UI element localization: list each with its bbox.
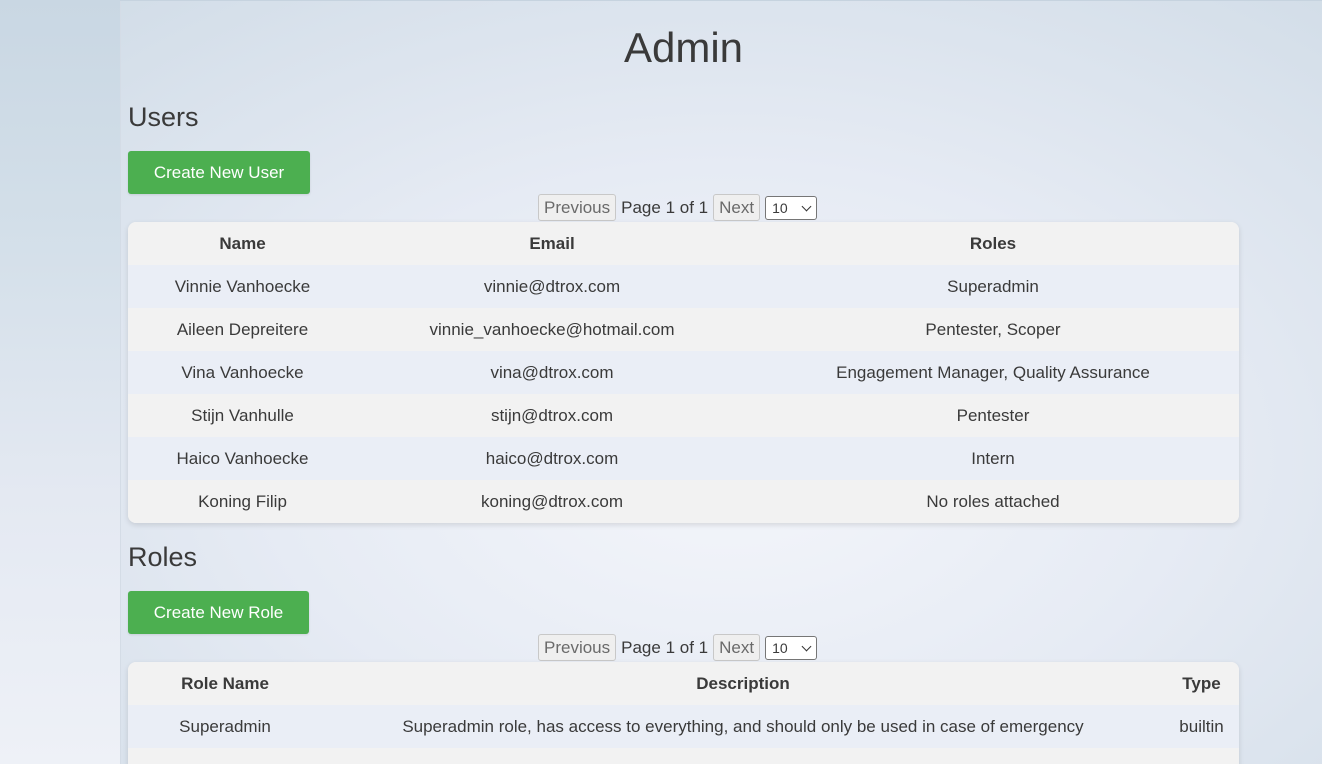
user-roles: Superadmin bbox=[747, 265, 1239, 308]
user-name: Haico Vanhoecke bbox=[128, 437, 357, 480]
users-page-indicator: Page 1 of 1 bbox=[621, 197, 709, 217]
create-new-user-button[interactable]: Create New User bbox=[128, 151, 310, 194]
user-email: vina@dtrox.com bbox=[357, 351, 747, 394]
user-email: vinnie@dtrox.com bbox=[357, 265, 747, 308]
user-roles: Pentester, Scoper bbox=[747, 308, 1239, 351]
roles-section-title: Roles bbox=[128, 542, 198, 572]
table-row[interactable]: Haico Vanhoecke haico@dtrox.com Intern bbox=[128, 437, 1239, 480]
roles-next-button[interactable]: Next bbox=[713, 634, 761, 661]
roles-table-header: Role Name Description Type bbox=[128, 662, 1239, 705]
users-page-size-select[interactable]: 10 bbox=[765, 195, 818, 220]
create-new-role-button[interactable]: Create New Role bbox=[128, 591, 309, 634]
table-row[interactable]: Stijn Vanhulle stijn@dtrox.com Pentester bbox=[128, 394, 1239, 437]
column-header-type: Type bbox=[1164, 662, 1239, 705]
table-row[interactable]: Superadmin Superadmin role, has access t… bbox=[128, 705, 1239, 748]
user-email: vinnie_vanhoecke@hotmail.com bbox=[357, 308, 747, 351]
users-section-title: Users bbox=[128, 102, 199, 132]
column-header-description: Description bbox=[322, 662, 1164, 705]
user-email: koning@dtrox.com bbox=[357, 480, 747, 523]
user-name: Aileen Depreitere bbox=[128, 308, 357, 351]
user-email: stijn@dtrox.com bbox=[357, 394, 747, 437]
top-border bbox=[120, 0, 1322, 1]
role-type: builtin bbox=[1164, 705, 1239, 748]
column-header-role-name: Role Name bbox=[128, 662, 322, 705]
column-header-email: Email bbox=[357, 222, 747, 265]
role-description: Superadmin role, has access to everythin… bbox=[322, 705, 1164, 748]
column-header-roles: Roles bbox=[747, 222, 1239, 265]
user-roles: Pentester bbox=[747, 394, 1239, 437]
table-row[interactable]: Vinnie Vanhoecke vinnie@dtrox.com Supera… bbox=[128, 265, 1239, 308]
user-roles: No roles attached bbox=[747, 480, 1239, 523]
role-name: Superadmin bbox=[128, 705, 322, 748]
roles-page-indicator: Page 1 of 1 bbox=[621, 637, 709, 657]
chevron-down-icon bbox=[801, 201, 812, 211]
roles-previous-button[interactable]: Previous bbox=[538, 634, 617, 661]
user-roles: Intern bbox=[747, 437, 1239, 480]
page-title: Admin bbox=[623, 24, 744, 71]
users-previous-button[interactable]: Previous bbox=[538, 194, 617, 221]
users-next-button[interactable]: Next bbox=[713, 194, 761, 221]
roles-pager: Previous Page 1 of 1 Next 10 bbox=[538, 634, 818, 661]
user-name: Stijn Vanhulle bbox=[128, 394, 357, 437]
user-name: Koning Filip bbox=[128, 480, 357, 523]
roles-page-size-value: 10 bbox=[772, 639, 788, 656]
column-header-name: Name bbox=[128, 222, 357, 265]
table-row[interactable]: Aileen Depreitere vinnie_vanhoecke@hotma… bbox=[128, 308, 1239, 351]
roles-page-size-select[interactable]: 10 bbox=[765, 635, 818, 660]
roles-table: Role Name Description Type Superadmin Su… bbox=[128, 662, 1239, 764]
table-row[interactable]: Koning Filip koning@dtrox.com No roles a… bbox=[128, 480, 1239, 523]
users-table-header: Name Email Roles bbox=[128, 222, 1239, 265]
user-name: Vina Vanhoecke bbox=[128, 351, 357, 394]
users-page-size-value: 10 bbox=[772, 199, 788, 216]
table-row[interactable]: Vina Vanhoecke vina@dtrox.com Engagement… bbox=[128, 351, 1239, 394]
user-roles: Engagement Manager, Quality Assurance bbox=[747, 351, 1239, 394]
table-row bbox=[128, 748, 1239, 764]
user-email: haico@dtrox.com bbox=[357, 437, 747, 480]
left-background-panel bbox=[0, 0, 121, 764]
users-pager: Previous Page 1 of 1 Next 10 bbox=[538, 194, 818, 221]
users-table: Name Email Roles Vinnie Vanhoecke vinnie… bbox=[128, 222, 1239, 523]
user-name: Vinnie Vanhoecke bbox=[128, 265, 357, 308]
chevron-down-icon bbox=[801, 641, 812, 651]
